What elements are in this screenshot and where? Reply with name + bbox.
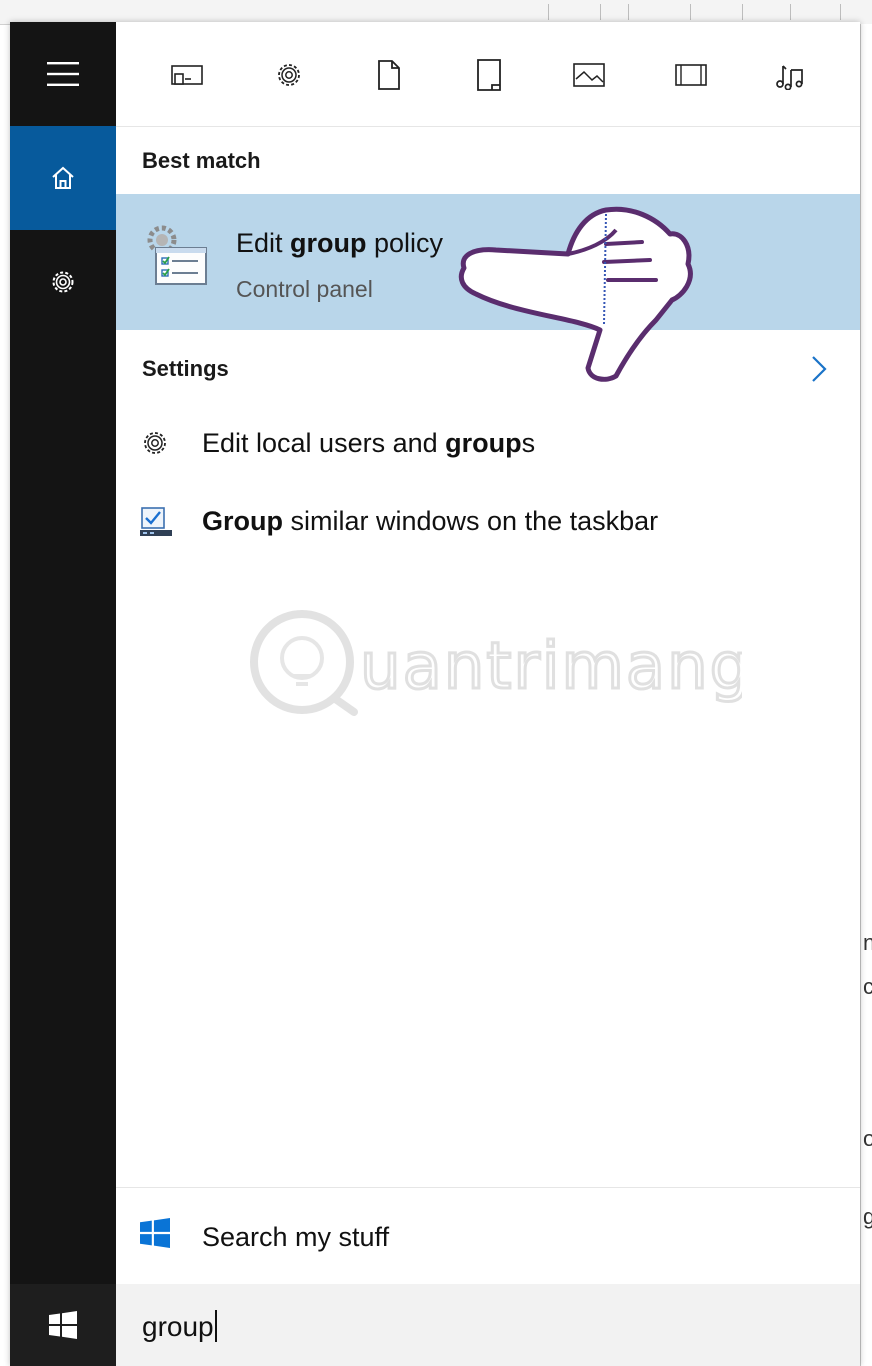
music-icon: [776, 65, 803, 90]
text-caret: [214, 1310, 217, 1342]
search-query: group: [142, 1310, 217, 1343]
photo-icon: [573, 63, 605, 87]
windows-logo-icon: [49, 1311, 77, 1339]
apps-icon: [171, 65, 203, 85]
settings-header: Settings: [142, 356, 229, 381]
settings-result-group-windows[interactable]: Group similar windows on the taskbar: [116, 492, 860, 552]
settings-result-label: Group similar windows on the taskbar: [202, 506, 659, 536]
search-panel: Best match Edit group policy Control pan: [10, 22, 860, 1366]
chevron-right-icon: [812, 356, 827, 382]
menu-button[interactable]: [10, 22, 116, 126]
search-my-stuff-button[interactable]: Search my stuff: [116, 1187, 860, 1285]
windows-logo-icon: [140, 1218, 170, 1253]
folder-icon: [477, 59, 501, 91]
gear-icon: [140, 428, 170, 463]
home-icon: [52, 166, 74, 189]
settings-more-button[interactable]: [808, 354, 830, 389]
hamburger-icon: [47, 62, 79, 86]
search-input[interactable]: group: [116, 1284, 860, 1366]
settings-result-label: Edit local users and groups: [202, 428, 536, 458]
settings-button[interactable]: [10, 230, 116, 334]
background-window-edge: n c o g: [860, 24, 872, 1366]
pointing-hand-annotation: [456, 184, 696, 389]
filter-photos-button[interactable]: [566, 52, 612, 98]
filter-documents-button[interactable]: [366, 52, 412, 98]
background-text-fragment: n: [863, 930, 872, 955]
watermark-logo: uantrimang: [242, 602, 752, 727]
group-policy-icon: [140, 224, 210, 299]
background-text-fragment: o: [863, 1126, 872, 1151]
sidebar: [10, 22, 116, 1366]
filter-settings-button[interactable]: [266, 52, 312, 98]
search-my-stuff-label: Search my stuff: [202, 1222, 390, 1252]
background-text-fragment: c: [863, 974, 872, 999]
results-area: Best match Edit group policy Control pan: [116, 22, 860, 1366]
filter-music-button[interactable]: [766, 52, 812, 98]
best-match-subtitle: Control panel: [236, 276, 373, 302]
start-button[interactable]: [10, 1284, 116, 1366]
best-match-header: Best match: [142, 148, 261, 173]
taskbar-settings-icon: [140, 506, 172, 543]
document-icon: [378, 60, 400, 90]
filter-videos-button[interactable]: [668, 52, 714, 98]
filter-apps-button[interactable]: [164, 52, 210, 98]
video-icon: [675, 64, 707, 86]
filter-bar: [116, 22, 860, 127]
gear-icon: [278, 64, 300, 86]
settings-result-users-groups[interactable]: Edit local users and groups: [116, 414, 860, 474]
best-match-title: Edit group policy: [236, 228, 444, 258]
filter-folders-button[interactable]: [466, 52, 512, 98]
home-button[interactable]: [10, 126, 116, 230]
svg-text:uantrimang: uantrimang: [360, 630, 742, 704]
background-text-fragment: g: [863, 1204, 872, 1229]
gear-icon: [52, 271, 74, 293]
